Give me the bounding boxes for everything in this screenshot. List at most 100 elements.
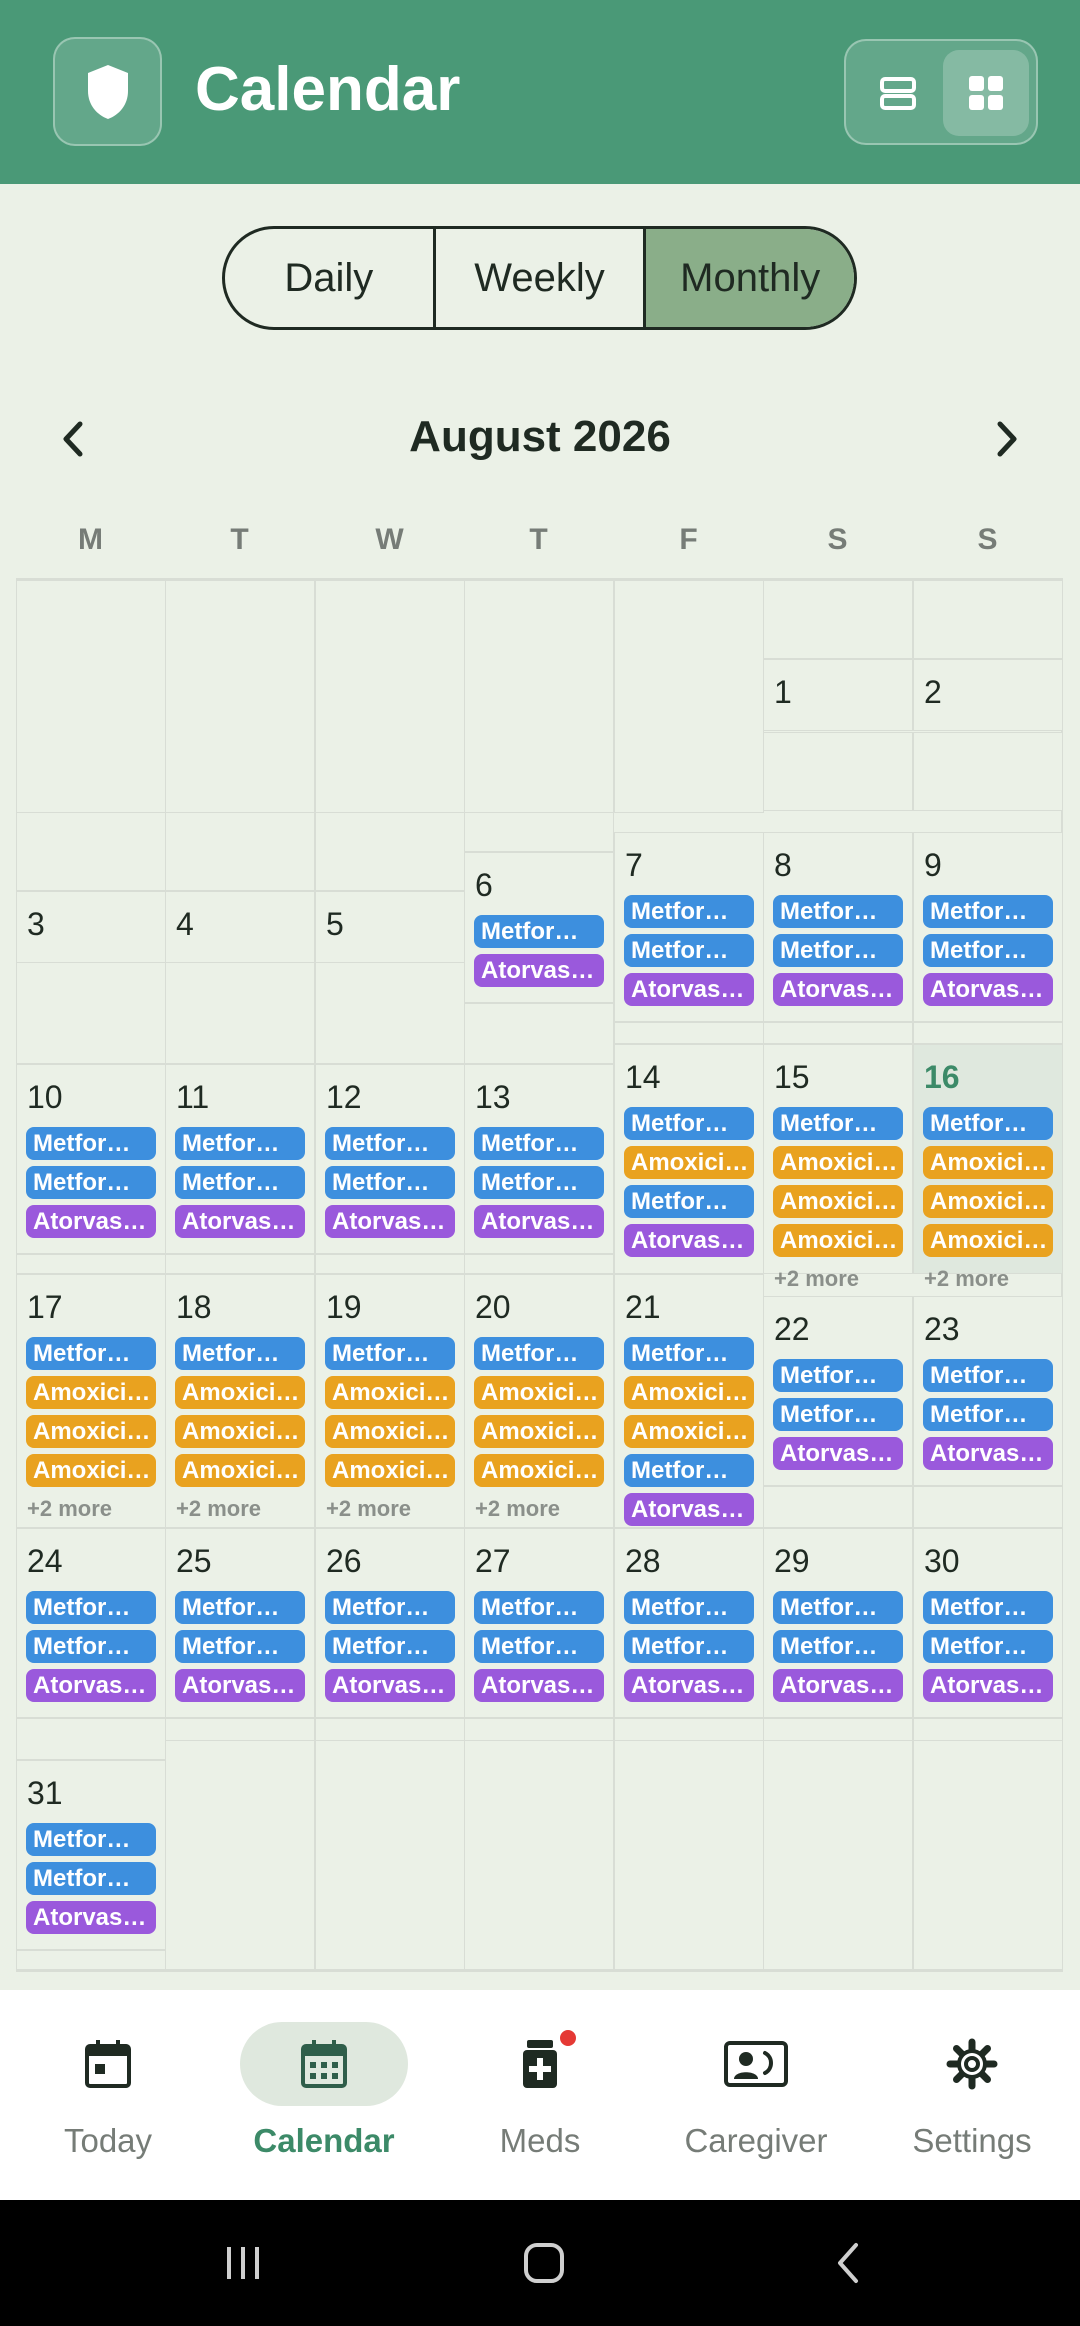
medication-pill[interactable]: Atorvas… — [773, 1437, 903, 1470]
tab-monthly[interactable]: Monthly — [646, 229, 854, 327]
calendar-day-cell[interactable]: 12 Metfor… Metfor… Atorvas… — [315, 1064, 465, 1254]
medication-pill[interactable]: Atorvas… — [325, 1205, 455, 1238]
nav-caregiver[interactable]: Caregiver — [648, 1990, 864, 2200]
medication-pill[interactable]: Atorvas… — [474, 954, 604, 987]
medication-pill[interactable]: Metfor… — [923, 934, 1053, 967]
calendar-day-cell[interactable]: 14 Metfor… Amoxici… Metfor… Atorvas… — [614, 1044, 764, 1274]
medication-pill[interactable]: Metfor… — [773, 1591, 903, 1624]
medication-pill[interactable]: Amoxici… — [474, 1454, 604, 1487]
calendar-day-cell[interactable]: 1 — [763, 659, 913, 731]
medication-pill[interactable]: Amoxici… — [923, 1185, 1053, 1218]
medication-pill[interactable]: Metfor… — [474, 1630, 604, 1663]
medication-pill[interactable]: Amoxici… — [325, 1454, 455, 1487]
calendar-day-cell[interactable]: 26 Metfor… Metfor… Atorvas… — [315, 1528, 465, 1718]
more-indicator[interactable]: +2 more — [326, 1496, 411, 1522]
medication-pill[interactable]: Atorvas… — [175, 1669, 305, 1702]
medication-pill[interactable]: Atorvas… — [923, 973, 1053, 1006]
more-indicator[interactable]: +2 more — [176, 1496, 261, 1522]
more-indicator[interactable]: +2 more — [924, 1266, 1009, 1292]
calendar-day-cell[interactable]: 9 Metfor… Metfor… Atorvas… — [913, 832, 1063, 1022]
medication-pill[interactable]: Atorvas… — [26, 1901, 156, 1934]
medication-pill[interactable]: Atorvas… — [923, 1437, 1053, 1470]
calendar-day-cell[interactable]: 30 Metfor… Metfor… Atorvas… — [913, 1528, 1063, 1718]
medication-pill[interactable]: Amoxici… — [175, 1376, 305, 1409]
medication-pill[interactable]: Metfor… — [624, 1337, 754, 1370]
medication-pill[interactable]: Amoxici… — [624, 1376, 754, 1409]
calendar-day-cell[interactable]: 24 Metfor… Metfor… Atorvas… — [16, 1528, 166, 1718]
medication-pill[interactable]: Metfor… — [923, 1359, 1053, 1392]
medication-pill[interactable]: Atorvas… — [474, 1205, 604, 1238]
medication-pill[interactable]: Amoxici… — [325, 1376, 455, 1409]
medication-pill[interactable]: Metfor… — [26, 1591, 156, 1624]
tab-daily[interactable]: Daily — [225, 229, 436, 327]
medication-pill[interactable]: Metfor… — [325, 1630, 455, 1663]
medication-pill[interactable]: Amoxici… — [624, 1146, 754, 1179]
medication-pill[interactable]: Amoxici… — [474, 1376, 604, 1409]
medication-pill[interactable]: Metfor… — [773, 895, 903, 928]
medication-pill[interactable]: Atorvas… — [175, 1205, 305, 1238]
medication-pill[interactable]: Atorvas… — [624, 1493, 754, 1526]
medication-pill[interactable]: Metfor… — [26, 1166, 156, 1199]
medication-pill[interactable]: Metfor… — [624, 895, 754, 928]
calendar-day-cell[interactable]: 11 Metfor… Metfor… Atorvas… — [165, 1064, 315, 1254]
calendar-day-cell[interactable]: 2 — [913, 659, 1063, 731]
medication-pill[interactable]: Metfor… — [325, 1591, 455, 1624]
medication-pill[interactable]: Atorvas… — [474, 1669, 604, 1702]
calendar-day-cell[interactable]: 18 Metfor… Amoxici… Amoxici… Amoxici… +2 more — [165, 1274, 315, 1528]
medication-pill[interactable]: Metfor… — [773, 1630, 903, 1663]
list-view-button[interactable] — [855, 50, 941, 136]
home-button[interactable] — [514, 2233, 574, 2293]
medication-pill[interactable]: Metfor… — [923, 1398, 1053, 1431]
nav-today[interactable]: Today — [0, 1990, 216, 2200]
medication-pill[interactable]: Amoxici… — [26, 1454, 156, 1487]
medication-pill[interactable]: Amoxici… — [923, 1146, 1053, 1179]
medication-pill[interactable]: Atorvas… — [26, 1205, 156, 1238]
medication-pill[interactable]: Metfor… — [474, 1337, 604, 1370]
medication-pill[interactable]: Metfor… — [175, 1166, 305, 1199]
calendar-day-cell[interactable]: 31 Metfor… Metfor… Atorvas… — [16, 1760, 166, 1950]
medication-pill[interactable]: Amoxici… — [175, 1415, 305, 1448]
more-indicator[interactable]: +2 more — [475, 1496, 560, 1522]
medication-pill[interactable]: Metfor… — [923, 1630, 1053, 1663]
tab-weekly[interactable]: Weekly — [436, 229, 647, 327]
medication-pill[interactable]: Metfor… — [325, 1337, 455, 1370]
medication-pill[interactable]: Metfor… — [773, 934, 903, 967]
calendar-day-cell[interactable]: 7 Metfor… Metfor… Atorvas… — [614, 832, 764, 1022]
calendar-day-cell[interactable]: 20 Metfor… Amoxici… Amoxici… Amoxici… +2 more — [464, 1274, 614, 1528]
medication-pill[interactable]: Metfor… — [175, 1337, 305, 1370]
calendar-day-cell[interactable]: 8 Metfor… Metfor… Atorvas… — [763, 832, 913, 1022]
medication-pill[interactable]: Metfor… — [26, 1862, 156, 1895]
medication-pill[interactable]: Atorvas… — [624, 973, 754, 1006]
medication-pill[interactable]: Metfor… — [624, 934, 754, 967]
medication-pill[interactable]: Metfor… — [474, 1591, 604, 1624]
medication-pill[interactable]: Metfor… — [923, 1107, 1053, 1140]
calendar-day-cell[interactable]: 19 Metfor… Amoxici… Amoxici… Amoxici… +2 more — [315, 1274, 465, 1528]
calendar-day-cell[interactable]: 4 — [165, 891, 315, 963]
medication-pill[interactable]: Metfor… — [923, 1591, 1053, 1624]
medication-pill[interactable]: Metfor… — [773, 1107, 903, 1140]
medication-pill[interactable]: Amoxici… — [923, 1224, 1053, 1257]
calendar-day-cell[interactable]: 5 — [315, 891, 465, 963]
medication-pill[interactable]: Amoxici… — [773, 1185, 903, 1218]
medication-pill[interactable]: Atorvas… — [923, 1669, 1053, 1702]
more-indicator[interactable]: +2 more — [27, 1496, 112, 1522]
calendar-day-cell[interactable]: 10 Metfor… Metfor… Atorvas… — [16, 1064, 166, 1254]
medication-pill[interactable]: Metfor… — [624, 1107, 754, 1140]
medication-pill[interactable]: Metfor… — [325, 1127, 455, 1160]
recent-apps-button[interactable] — [213, 2233, 273, 2293]
medication-pill[interactable]: Metfor… — [474, 1166, 604, 1199]
more-indicator[interactable]: +2 more — [774, 1266, 859, 1292]
medication-pill[interactable]: Atorvas… — [624, 1669, 754, 1702]
calendar-day-cell[interactable]: 16 Metfor… Amoxici… Amoxici… Amoxici… +2 more — [913, 1044, 1063, 1291]
medication-pill[interactable]: Metfor… — [773, 1359, 903, 1392]
medication-pill[interactable]: Atorvas… — [773, 1669, 903, 1702]
medication-pill[interactable]: Metfor… — [624, 1454, 754, 1487]
medication-pill[interactable]: Atorvas… — [26, 1669, 156, 1702]
medication-pill[interactable]: Amoxici… — [26, 1376, 156, 1409]
medication-pill[interactable]: Metfor… — [325, 1166, 455, 1199]
medication-pill[interactable]: Amoxici… — [773, 1146, 903, 1179]
calendar-day-cell[interactable]: 25 Metfor… Metfor… Atorvas… — [165, 1528, 315, 1718]
medication-pill[interactable]: Atorvas… — [624, 1224, 754, 1257]
medication-pill[interactable]: Metfor… — [26, 1127, 156, 1160]
calendar-day-cell[interactable]: 27 Metfor… Metfor… Atorvas… — [464, 1528, 614, 1718]
